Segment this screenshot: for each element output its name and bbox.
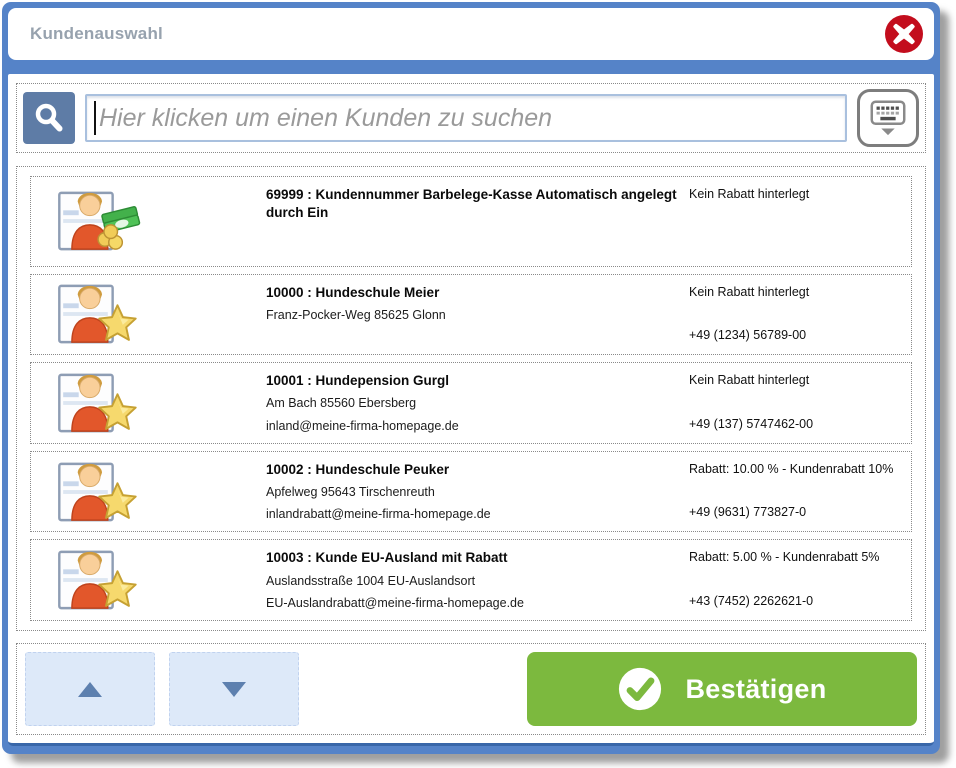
keyboard-button[interactable] xyxy=(857,89,919,147)
search-input[interactable] xyxy=(85,94,847,142)
customer-title: 10003 : Kunde EU-Ausland mit Rabatt xyxy=(266,549,689,567)
customer-row[interactable]: 10003 : Kunde EU-Ausland mit Rabatt Ausl… xyxy=(30,539,912,621)
customer-side-info: Kein Rabatt hinterlegt xyxy=(689,184,901,259)
main-panel: 69999 : Kundennummer Barbelege-Kasse Aut… xyxy=(8,74,934,746)
customer-address: Franz-Pocker-Weg 85625 Glonn xyxy=(266,307,689,324)
customer-star-icon xyxy=(55,460,147,524)
customer-title: 10002 : Hundeschule Peuker xyxy=(266,461,689,479)
customer-main-info: 10001 : Hundepension Gurgl Am Bach 85560… xyxy=(266,370,689,436)
titlebar: Kundenauswahl xyxy=(8,8,934,60)
arrow-up-icon xyxy=(78,682,102,697)
customer-phone xyxy=(689,239,901,256)
customer-star-icon xyxy=(55,548,147,612)
customer-icon-cell xyxy=(31,282,266,348)
customer-icon-cell xyxy=(31,184,266,259)
search-button[interactable] xyxy=(23,92,75,144)
customer-row[interactable]: 69999 : Kundennummer Barbelege-Kasse Aut… xyxy=(30,176,912,267)
customer-star-icon xyxy=(55,282,147,346)
close-button[interactable] xyxy=(884,14,924,54)
window-title: Kundenauswahl xyxy=(30,24,163,44)
customer-row[interactable]: 10002 : Hundeschule Peuker Apfelweg 9564… xyxy=(30,451,912,533)
customer-discount: Rabatt: 10.00 % - Kundenrabatt 10% xyxy=(689,461,901,478)
search-bar xyxy=(16,83,926,153)
scroll-up-button[interactable] xyxy=(25,652,155,726)
keyboard-icon xyxy=(867,97,909,139)
customer-email xyxy=(266,329,689,346)
customer-discount: Kein Rabatt hinterlegt xyxy=(689,372,901,389)
customer-discount: Rabatt: 5.00 % - Kundenrabatt 5% xyxy=(689,549,901,566)
customer-main-info: 10000 : Hundeschule Meier Franz-Pocker-W… xyxy=(266,282,689,348)
customer-side-info: Rabatt: 10.00 % - Kundenrabatt 10% +49 (… xyxy=(689,459,901,525)
customer-title: 10001 : Hundepension Gurgl xyxy=(266,372,689,390)
customer-money-icon xyxy=(55,189,147,253)
customer-main-info: 10002 : Hundeschule Peuker Apfelweg 9564… xyxy=(266,459,689,525)
customer-row[interactable]: 10000 : Hundeschule Meier Franz-Pocker-W… xyxy=(30,274,912,356)
customer-phone: +49 (1234) 56789-00 xyxy=(689,327,901,344)
customer-title: 69999 : Kundennummer Barbelege-Kasse Aut… xyxy=(266,186,689,222)
customer-list: 69999 : Kundennummer Barbelege-Kasse Aut… xyxy=(16,166,926,631)
customer-email: inlandrabatt@meine-firma-homepage.de xyxy=(266,506,689,523)
customer-icon-cell xyxy=(31,547,266,613)
customer-email xyxy=(266,241,689,258)
customer-row[interactable]: 10001 : Hundepension Gurgl Am Bach 85560… xyxy=(30,362,912,444)
customer-address xyxy=(266,223,689,240)
search-input-wrap xyxy=(85,94,847,142)
customer-icon-cell xyxy=(31,459,266,525)
confirm-button-label: Bestätigen xyxy=(685,674,826,705)
check-icon xyxy=(617,666,663,712)
search-icon xyxy=(31,100,67,136)
customer-address: Apfelweg 95643 Tirschenreuth xyxy=(266,484,689,501)
scroll-down-button[interactable] xyxy=(169,652,299,726)
customer-icon-cell xyxy=(31,370,266,436)
customer-phone: +43 (7452) 2262621-0 xyxy=(689,593,901,610)
customer-email: inland@meine-firma-homepage.de xyxy=(266,418,689,435)
customer-discount: Kein Rabatt hinterlegt xyxy=(689,186,901,203)
bottom-bar: Bestätigen xyxy=(16,643,926,735)
customer-side-info: Kein Rabatt hinterlegt +49 (137) 5747462… xyxy=(689,370,901,436)
customer-main-info: 10003 : Kunde EU-Ausland mit Rabatt Ausl… xyxy=(266,547,689,613)
customer-star-icon xyxy=(55,371,147,435)
customer-main-info: 69999 : Kundennummer Barbelege-Kasse Aut… xyxy=(266,184,689,259)
customer-address: Am Bach 85560 Ebersberg xyxy=(266,395,689,412)
text-caret xyxy=(94,101,96,135)
customer-title: 10000 : Hundeschule Meier xyxy=(266,284,689,302)
kundenauswahl-window: Kundenauswahl xyxy=(2,2,940,754)
customer-side-info: Rabatt: 5.00 % - Kundenrabatt 5% +43 (74… xyxy=(689,547,901,613)
confirm-button[interactable]: Bestätigen xyxy=(527,652,917,726)
close-icon xyxy=(884,14,924,54)
customer-email: EU-Auslandrabatt@meine-firma-homepage.de xyxy=(266,595,689,612)
customer-discount: Kein Rabatt hinterlegt xyxy=(689,284,901,301)
customer-address: Auslandsstraße 1004 EU-Auslandsort xyxy=(266,573,689,590)
customer-phone: +49 (137) 5747462-00 xyxy=(689,416,901,433)
arrow-down-icon xyxy=(222,682,246,697)
customer-phone: +49 (9631) 773827-0 xyxy=(689,504,901,521)
customer-side-info: Kein Rabatt hinterlegt +49 (1234) 56789-… xyxy=(689,282,901,348)
